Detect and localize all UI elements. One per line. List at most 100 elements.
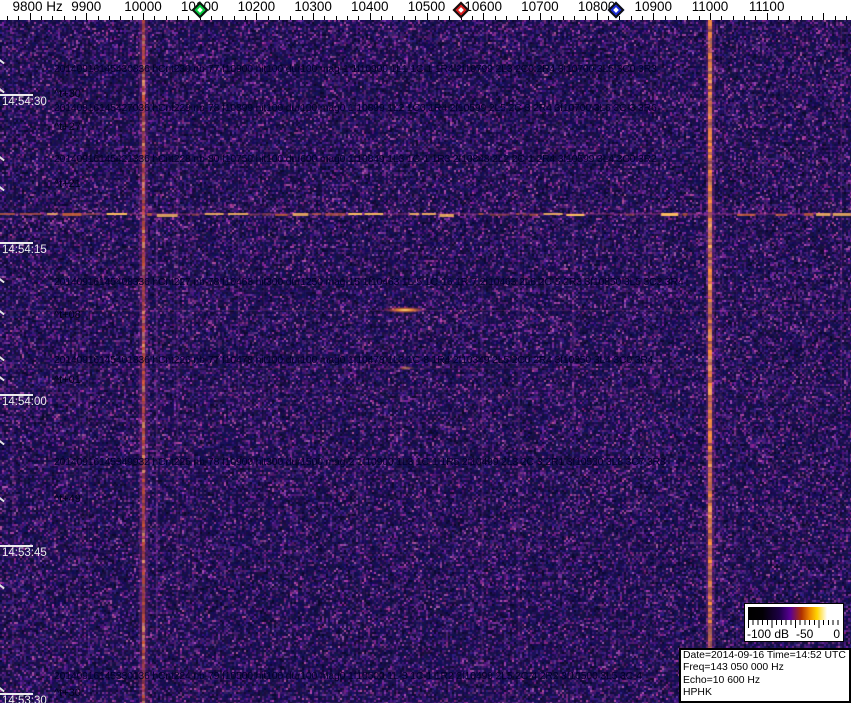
freq-axis-label: 10200 <box>238 0 276 14</box>
freq-axis-tick <box>64 16 65 20</box>
freq-axis-tick <box>801 16 802 20</box>
time-axis-label: 14:54:15 <box>2 244 47 256</box>
time-axis-label: 14:53:30 <box>2 695 47 703</box>
freq-axis-tick <box>653 13 654 20</box>
freq-axis-tick <box>188 16 189 20</box>
freq-axis-tick <box>404 16 405 20</box>
freq-axis-tick <box>687 16 688 20</box>
freq-axis-tick <box>789 16 790 20</box>
event-time-offset-label: ^t+01 <box>54 374 81 386</box>
freq-axis-tick <box>245 16 246 20</box>
marker-center-dot <box>458 7 464 13</box>
freq-axis-tick <box>733 16 734 20</box>
freq-axis-tick <box>166 16 167 20</box>
freq-axis-tick <box>98 16 99 20</box>
event-time-offset-label: ^t+21 <box>54 178 81 190</box>
freq-axis-tick <box>52 16 53 20</box>
freq-axis-tick <box>347 16 348 20</box>
info-date-time: Date=2014-09-16 Time=14:52 UTC <box>683 650 847 662</box>
freq-axis-tick <box>177 16 178 20</box>
time-axis-label: 14:54:00 <box>2 396 47 408</box>
detection-log-line: 20140916145430836 hCnt230 nb-77 f10900 h… <box>54 64 657 76</box>
freq-axis-tick <box>846 16 847 20</box>
spectrogram-overlays: 14:54:30 14:54:15 14:54:00 14:53:45 14:53:30… <box>0 0 851 703</box>
event-tick <box>0 356 5 361</box>
freq-axis-tick <box>427 13 428 20</box>
freq-axis-tick <box>132 16 133 20</box>
freq-axis-tick <box>619 16 620 20</box>
info-station-code: HPHK <box>683 687 847 699</box>
marker-center-dot <box>614 7 620 13</box>
time-axis-label: 14:53:45 <box>2 547 47 559</box>
db-scale-max-label: 0 <box>833 627 840 641</box>
freq-axis-tick <box>597 13 598 20</box>
event-tick <box>0 497 5 502</box>
freq-axis-tick <box>313 13 314 20</box>
freq-axis-tick <box>495 16 496 20</box>
freq-axis-tick <box>585 16 586 20</box>
detection-log-line: 20140916145330136 hCnt224 nb-79 f10500 h… <box>54 671 642 683</box>
event-tick <box>0 584 5 589</box>
freq-axis-tick <box>665 16 666 20</box>
freq-axis-tick <box>18 16 19 20</box>
spectrogram-app-window: 14:54:30 14:54:15 14:54:00 14:53:45 14:53:30… <box>0 0 851 703</box>
freq-axis-tick <box>30 13 31 20</box>
freq-axis-tick <box>154 16 155 20</box>
freq-axis-tick <box>551 16 552 20</box>
detection-log-line: 20140916145427036 hCnt229 nb-78 f10899 h… <box>54 103 657 115</box>
freq-axis-tick <box>41 16 42 20</box>
event-tick <box>0 687 5 692</box>
freq-axis-tick <box>710 13 711 20</box>
freq-axis-tick <box>449 16 450 20</box>
event-tick <box>0 88 5 93</box>
freq-axis-tick <box>109 16 110 20</box>
freq-axis-tick <box>234 16 235 20</box>
freq-axis-tick <box>721 16 722 20</box>
freq-axis-tick <box>483 13 484 20</box>
freq-axis-tick <box>563 16 564 20</box>
freq-axis-tick <box>86 13 87 20</box>
freq-axis-tick <box>823 13 824 20</box>
freq-axis-tick <box>812 16 813 20</box>
freq-axis-label: 9800 Hz <box>12 0 62 14</box>
db-scale: -100 dB -50 0 <box>744 603 844 642</box>
freq-axis-tick <box>256 13 257 20</box>
freq-axis-label: 11100 <box>749 0 785 14</box>
freq-axis-label: 9900 <box>71 0 101 14</box>
time-axis-label: 14:54:30 <box>2 96 47 108</box>
freq-axis-label: 10700 <box>521 0 559 14</box>
freq-axis-tick <box>302 16 303 20</box>
event-tick <box>0 186 5 191</box>
freq-axis-tick <box>835 16 836 20</box>
freq-axis-tick <box>438 16 439 20</box>
freq-axis-tick <box>222 16 223 20</box>
freq-axis-tick <box>676 16 677 20</box>
freq-axis-tick <box>143 13 144 20</box>
db-scale-gradient <box>748 607 840 620</box>
event-tick <box>0 59 5 64</box>
freq-axis-tick <box>631 16 632 20</box>
info-frequency: Freq=143 050 000 Hz <box>683 662 847 674</box>
freq-axis-tick <box>540 13 541 20</box>
freq-axis-tick <box>7 16 8 20</box>
freq-axis-tick <box>529 16 530 20</box>
freq-axis-tick <box>415 16 416 20</box>
freq-axis-tick <box>472 16 473 20</box>
freq-axis-tick <box>120 16 121 20</box>
freq-axis-tick <box>381 16 382 20</box>
freq-axis-tick <box>744 16 745 20</box>
event-tick <box>0 376 5 381</box>
event-tick <box>0 310 5 315</box>
freq-axis-tick <box>75 16 76 20</box>
detection-log-line: 20140916145401836 hCnt226 nb-77 f10478 h… <box>54 355 653 367</box>
freq-axis-tick <box>290 16 291 20</box>
freq-axis-label: 10900 <box>635 0 673 14</box>
event-time-offset-label: ^t+30 <box>54 88 81 100</box>
event-time-offset-label: ^t+30 <box>54 687 81 699</box>
db-scale-mid-label: -50 <box>796 627 813 641</box>
event-time-offset-label: ^t+27 <box>54 121 81 133</box>
marker-center-dot <box>197 7 203 13</box>
freq-axis-tick <box>324 16 325 20</box>
freq-axis-tick <box>358 16 359 20</box>
freq-axis-label: 10500 <box>408 0 446 14</box>
